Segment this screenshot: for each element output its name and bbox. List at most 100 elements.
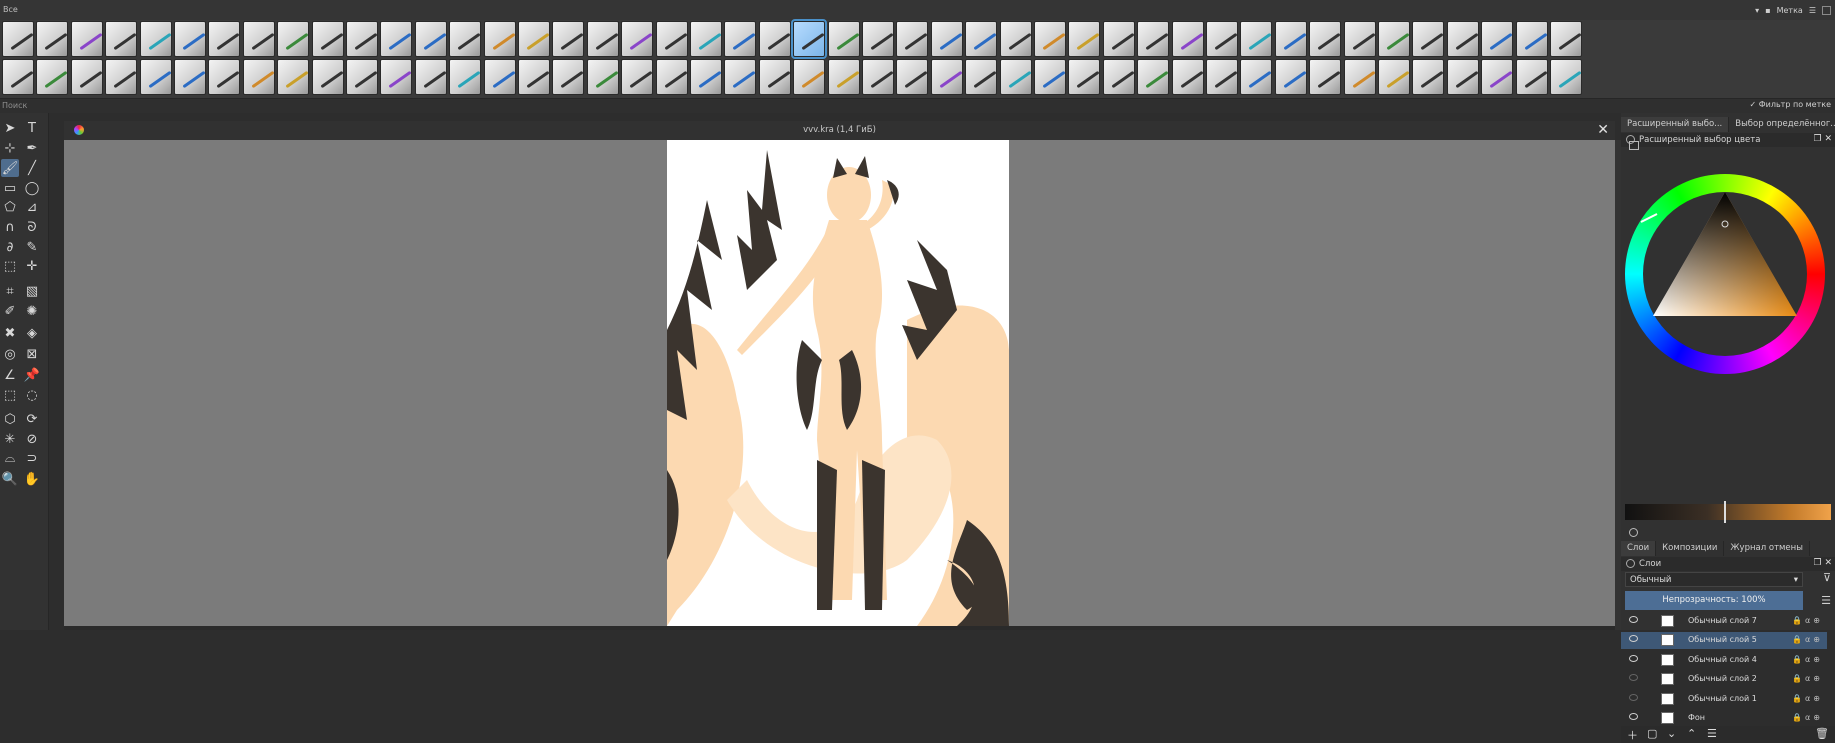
brush-preset-10[interactable] [311, 21, 344, 57]
brush-preset-27[interactable] [896, 21, 929, 57]
brush-preset-44[interactable] [1481, 21, 1514, 57]
visibility-eye-icon[interactable] [1629, 674, 1638, 682]
lightness-strip[interactable] [1625, 504, 1831, 520]
brush-preset-37[interactable] [1240, 21, 1273, 57]
brush-preset-73[interactable] [896, 59, 929, 95]
tag-label[interactable]: Метка [1777, 6, 1803, 15]
brush-preset-83[interactable] [1240, 59, 1273, 95]
ellipse-select-tool[interactable]: ◌ [23, 386, 41, 404]
dynamic-brush-tool[interactable]: ∂ [1, 238, 19, 256]
polyline-tool[interactable]: ⊿ [23, 198, 41, 216]
brush-preset-64[interactable] [586, 59, 619, 95]
brush-preset-1[interactable] [2, 21, 34, 57]
line-tool[interactable]: ╱ [23, 159, 41, 177]
brush-preset-7[interactable] [208, 21, 241, 57]
close-document-button[interactable]: ✕ [1597, 122, 1609, 138]
brush-preset-74[interactable] [930, 59, 963, 95]
freehand-path-tool[interactable]: ᘐ [23, 218, 41, 236]
brush-preset-49[interactable] [70, 59, 103, 95]
layer-options-icon[interactable]: ☰ [1821, 594, 1831, 607]
brush-preset-66[interactable] [655, 59, 688, 95]
brush-preset-91[interactable] [1515, 59, 1548, 95]
move-layer-down-icon[interactable]: ⌄ [1667, 727, 1676, 740]
brush-preset-25[interactable] [827, 21, 860, 57]
brush-preset-2[interactable] [36, 21, 69, 57]
duplicate-layer-icon[interactable]: ▢ [1647, 727, 1657, 740]
brush-preset-75[interactable] [965, 59, 998, 95]
calligraphy-tool[interactable]: ✒ [23, 139, 41, 157]
transform-tool[interactable]: ⬚ [1, 257, 19, 275]
visibility-eye-icon[interactable] [1629, 693, 1638, 701]
visibility-eye-icon[interactable] [1629, 616, 1638, 623]
move-layer-up-icon[interactable]: ⌃ [1687, 727, 1696, 740]
colorize-mask-tool[interactable]: ✖ [1, 324, 19, 342]
layer-flags-icons[interactable]: 🔒α⊕ [1792, 713, 1823, 722]
assistant-tool[interactable]: ⊠ [23, 345, 41, 363]
brush-preset-55[interactable] [277, 59, 310, 95]
brush-preset-35[interactable] [1171, 21, 1204, 57]
brush-preset-65[interactable] [621, 59, 654, 95]
lightness-marker[interactable] [1724, 501, 1726, 523]
brush-preset-81[interactable] [1171, 59, 1204, 95]
layer-flags-icons[interactable]: 🔒α⊕ [1792, 616, 1823, 625]
brush-preset-13[interactable] [414, 21, 447, 57]
saturation-value-triangle[interactable] [1625, 174, 1825, 374]
brush-preset-15[interactable] [483, 21, 516, 57]
layer-row[interactable]: Обычный слой 7 🔒α⊕ [1621, 613, 1827, 630]
move-tool[interactable]: ✛ [23, 257, 41, 275]
brush-preset-82[interactable] [1206, 59, 1238, 95]
brush-preset-68[interactable] [724, 59, 757, 95]
preset-search-input[interactable]: Поиск [2, 101, 27, 110]
brush-preset-50[interactable] [105, 59, 138, 95]
brush-preset-52[interactable] [174, 59, 206, 95]
brush-preset-36[interactable] [1206, 21, 1238, 57]
brush-preset-8[interactable] [242, 21, 275, 57]
measure-tool[interactable]: ∠ [1, 366, 19, 384]
brush-preset-62[interactable] [518, 59, 550, 95]
layer-row[interactable]: Обычный слой 2 🔒α⊕ [1621, 671, 1827, 688]
brush-preset-22[interactable] [724, 21, 757, 57]
brush-preset-67[interactable] [690, 59, 722, 95]
filter-icon[interactable]: ⊽ [1823, 571, 1831, 584]
brush-preset-6[interactable] [174, 21, 206, 57]
crop-tool[interactable]: ⌗ [1, 282, 19, 300]
layer-row[interactable]: Фон 🔒α⊕ [1621, 710, 1827, 727]
gradient-tool[interactable]: ▧ [23, 282, 41, 300]
brush-preset-21[interactable] [690, 21, 722, 57]
visibility-eye-icon[interactable] [1629, 635, 1638, 643]
brush-preset-38[interactable] [1274, 21, 1307, 57]
layer-flags-icons[interactable]: 🔒α⊕ [1792, 694, 1823, 703]
brush-preset-78[interactable] [1068, 59, 1101, 95]
brush-preset-5[interactable] [139, 21, 172, 57]
brush-preset-86[interactable] [1343, 59, 1376, 95]
brush-preset-63[interactable] [552, 59, 585, 95]
brush-preset-70[interactable] [793, 59, 826, 95]
brush-preset-56[interactable] [311, 59, 344, 95]
panel-lock-icon[interactable] [1626, 559, 1635, 568]
menu-icon[interactable]: ☰ [1809, 6, 1816, 15]
enclose-fill-tool[interactable]: ◎ [1, 345, 19, 363]
brush-preset-87[interactable] [1378, 59, 1410, 95]
brush-preset-47[interactable] [2, 59, 34, 95]
brush-preset-60[interactable] [449, 59, 482, 95]
brush-preset-77[interactable] [1034, 59, 1066, 95]
brush-preset-54[interactable] [242, 59, 275, 95]
brush-preset-84[interactable] [1274, 59, 1307, 95]
brush-preset-69[interactable] [758, 59, 791, 95]
brush-preset-61[interactable] [483, 59, 516, 95]
fill-tool[interactable]: ◈ [23, 324, 41, 342]
brush-preset-46[interactable] [1550, 21, 1582, 57]
tab-compositions[interactable]: Композиции [1656, 541, 1725, 556]
polygon-tool[interactable]: ⬠ [1, 198, 19, 216]
brush-preset-26[interactable] [862, 21, 894, 57]
layer-properties-icon[interactable]: ☰ [1707, 727, 1717, 740]
canvas-image[interactable] [667, 140, 1009, 626]
rect-select-tool[interactable]: ⬚ [1, 386, 19, 404]
delete-layer-icon[interactable]: 🗑 [1815, 727, 1829, 740]
layer-flags-icons[interactable]: 🔒α⊕ [1792, 655, 1823, 664]
brush-preset-71[interactable] [827, 59, 860, 95]
brush-preset-51[interactable] [139, 59, 172, 95]
refresh-icon[interactable] [1629, 528, 1638, 537]
brush-preset-12[interactable] [380, 21, 413, 57]
pan-tool[interactable]: ✋ [23, 470, 41, 488]
